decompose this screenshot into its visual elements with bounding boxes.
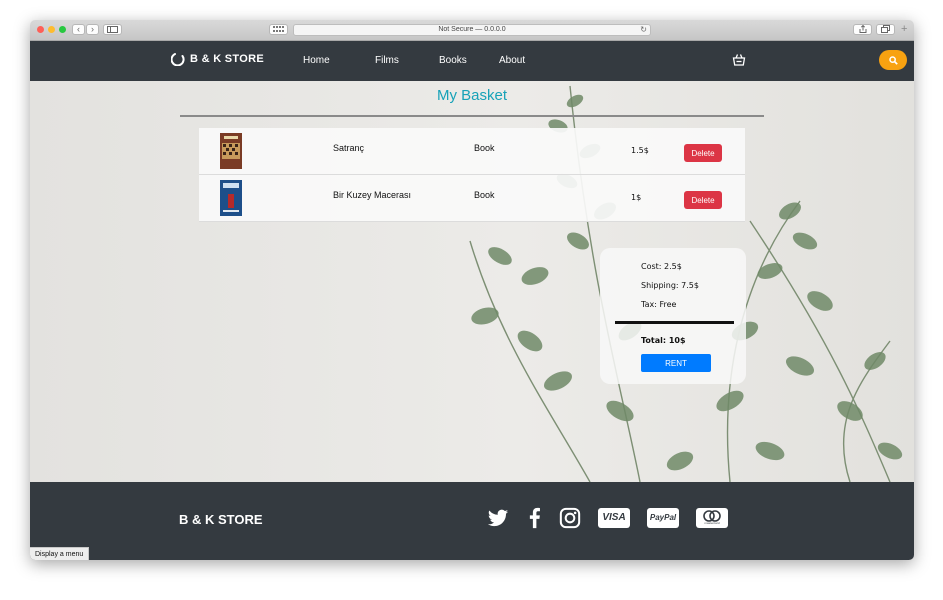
search-icon	[889, 56, 898, 65]
nav-link-films[interactable]: Films	[375, 55, 399, 66]
instagram-icon[interactable]	[559, 507, 581, 529]
reload-icon[interactable]: ↻	[640, 25, 647, 35]
facebook-icon[interactable]	[524, 507, 546, 529]
basket-page: My Basket Satranç Book 1.5$ Delete Bir K…	[30, 81, 914, 482]
new-tab-icon[interactable]: +	[901, 23, 907, 35]
book-cover-image	[220, 180, 242, 216]
sidebar-icon	[107, 26, 118, 33]
order-summary: Cost: 2.5$ Shipping: 7.5$ Tax: Free Tota…	[600, 248, 746, 384]
title-divider	[180, 115, 764, 117]
close-window-button[interactable]	[37, 26, 44, 33]
browser-window: ‹ › Not Secure — 0.0.0.0 ↻ + B & K STORE…	[30, 20, 914, 560]
total-text: Total: 10$	[641, 336, 686, 345]
item-title: Satranç	[333, 143, 365, 153]
nav-link-about[interactable]: About	[499, 55, 525, 66]
brand-logo-icon	[171, 53, 185, 66]
basket-list: Satranç Book 1.5$ Delete Bir Kuzey Macer…	[199, 128, 745, 222]
paypal-icon: PayPal	[647, 508, 679, 528]
tabs-button[interactable]	[876, 24, 895, 35]
tab-overview-button[interactable]	[269, 24, 288, 35]
basket-item: Satranç Book 1.5$ Delete	[199, 128, 745, 175]
item-type: Book	[474, 143, 495, 153]
forward-button[interactable]: ›	[86, 24, 99, 35]
basket-item: Bir Kuzey Macerası Book 1$ Delete	[199, 175, 745, 222]
mastercard-icon: mastercard	[696, 508, 728, 528]
brand-name[interactable]: B & K STORE	[190, 53, 264, 65]
delete-button[interactable]: Delete	[684, 191, 722, 209]
shipping-text: Shipping: 7.5$	[641, 281, 699, 290]
browser-titlebar: ‹ › Not Secure — 0.0.0.0 ↻ +	[30, 20, 914, 41]
nav-link-books[interactable]: Books	[439, 55, 467, 66]
delete-button[interactable]: Delete	[684, 144, 722, 162]
share-button[interactable]	[853, 24, 872, 35]
minimize-window-button[interactable]	[48, 26, 55, 33]
twitter-icon[interactable]	[487, 507, 509, 529]
site-navbar: B & K STORE Home Films Books About	[30, 41, 914, 81]
tabs-icon	[881, 25, 890, 33]
nav-link-home[interactable]: Home	[303, 55, 330, 66]
visa-icon: VISA	[598, 508, 630, 528]
share-icon	[859, 24, 866, 33]
back-button[interactable]: ‹	[72, 24, 85, 35]
search-button[interactable]	[879, 50, 907, 70]
grid-icon	[273, 26, 284, 32]
address-bar[interactable]: Not Secure — 0.0.0.0 ↻	[293, 24, 651, 36]
page-title: My Basket	[436, 87, 508, 104]
footer-brand: B & K STORE	[179, 512, 263, 527]
cost-text: Cost: 2.5$	[641, 262, 682, 271]
address-text: Not Secure — 0.0.0.0	[438, 26, 506, 33]
sidebar-toggle-button[interactable]	[103, 24, 122, 35]
book-cover-image	[220, 133, 242, 169]
basket-icon[interactable]	[732, 53, 746, 67]
tax-text: Tax: Free	[641, 300, 677, 309]
site-footer: B & K STORE VISA PayPal mastercard	[30, 482, 914, 560]
mastercard-label: mastercard	[704, 521, 720, 525]
rent-button[interactable]: RENT	[641, 354, 711, 372]
item-price: 1$	[631, 193, 642, 202]
status-tooltip: Display a menu	[30, 547, 90, 560]
maximize-window-button[interactable]	[59, 26, 66, 33]
item-title: Bir Kuzey Macerası	[333, 190, 412, 200]
item-type: Book	[474, 190, 495, 200]
item-price: 1.5$	[631, 146, 649, 155]
summary-divider	[615, 321, 734, 324]
